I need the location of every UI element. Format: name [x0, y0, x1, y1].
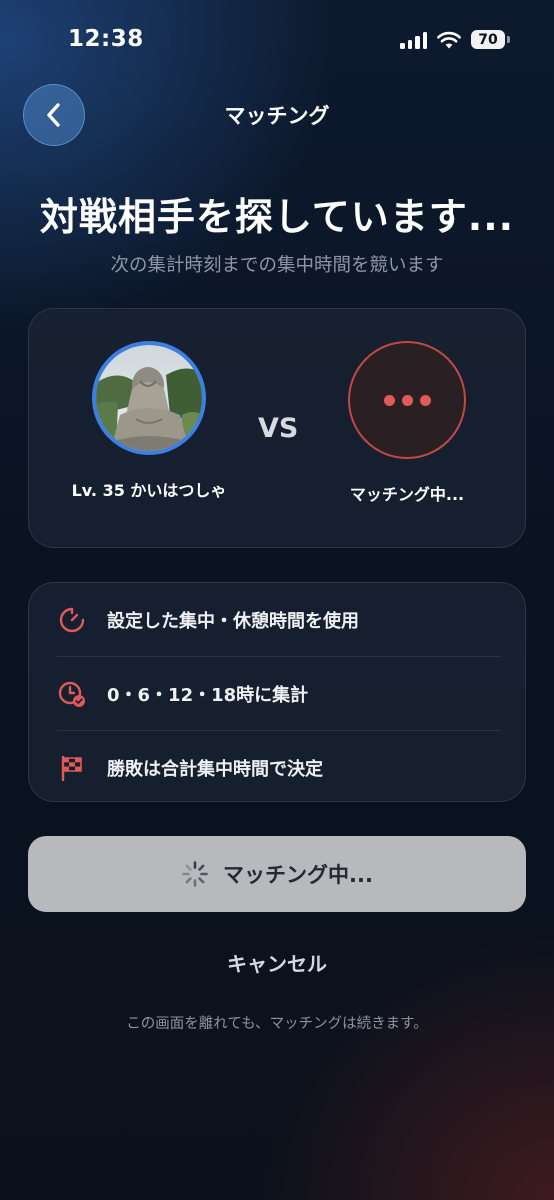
ellipsis-icon [348, 341, 466, 459]
rule-text: 設定した集中・休憩時間を使用 [107, 610, 359, 632]
status-bar: 12:38 70 [0, 0, 554, 80]
spinner-icon [182, 861, 208, 887]
rules-card: 設定した集中・休憩時間を使用 0・6・12・18時に集計 勝敗は合計集中時間で決… [28, 582, 526, 802]
matching-button[interactable]: マッチング中... [28, 836, 526, 912]
timer-icon [57, 605, 87, 635]
player-self: Lv. 35 かいはつしゃ [54, 341, 244, 501]
status-icons: 70 [400, 30, 510, 49]
nav-title: マッチング [224, 104, 330, 128]
statue-photo [96, 345, 202, 451]
page-subtitle: 次の集計時刻までの集中時間を競います [110, 255, 444, 276]
wifi-icon [437, 31, 461, 48]
page-title: 対戦相手を探しています... [39, 195, 515, 239]
matching-button-label: マッチング中... [223, 863, 373, 887]
self-avatar [92, 341, 206, 455]
rule-item: 設定した集中・休憩時間を使用 [29, 583, 527, 656]
cancel-button[interactable]: キャンセル [0, 948, 554, 977]
rule-item: 0・6・12・18時に集計 [29, 657, 527, 730]
rule-item: 勝敗は合計集中時間で決定 [29, 731, 527, 804]
clock-check-icon [57, 679, 87, 709]
opponent-name: マッチング中... [349, 485, 465, 504]
player-opponent: マッチング中... [312, 341, 502, 505]
vs-label: VS [258, 413, 299, 444]
versus-card: Lv. 35 かいはつしゃ VS マッチング中... [28, 308, 526, 548]
self-name: Lv. 35 かいはつしゃ [71, 481, 227, 500]
battery-icon: 70 [471, 30, 510, 49]
footnote: この画面を離れても、マッチングは続きます。 [126, 1016, 428, 1032]
cellular-signal-icon [400, 31, 427, 49]
status-time: 12:38 [68, 26, 144, 52]
rule-text: 勝敗は合計集中時間で決定 [107, 758, 323, 780]
battery-level: 70 [471, 30, 505, 49]
rule-text: 0・6・12・18時に集計 [107, 684, 309, 706]
checkered-flag-icon [57, 753, 87, 783]
